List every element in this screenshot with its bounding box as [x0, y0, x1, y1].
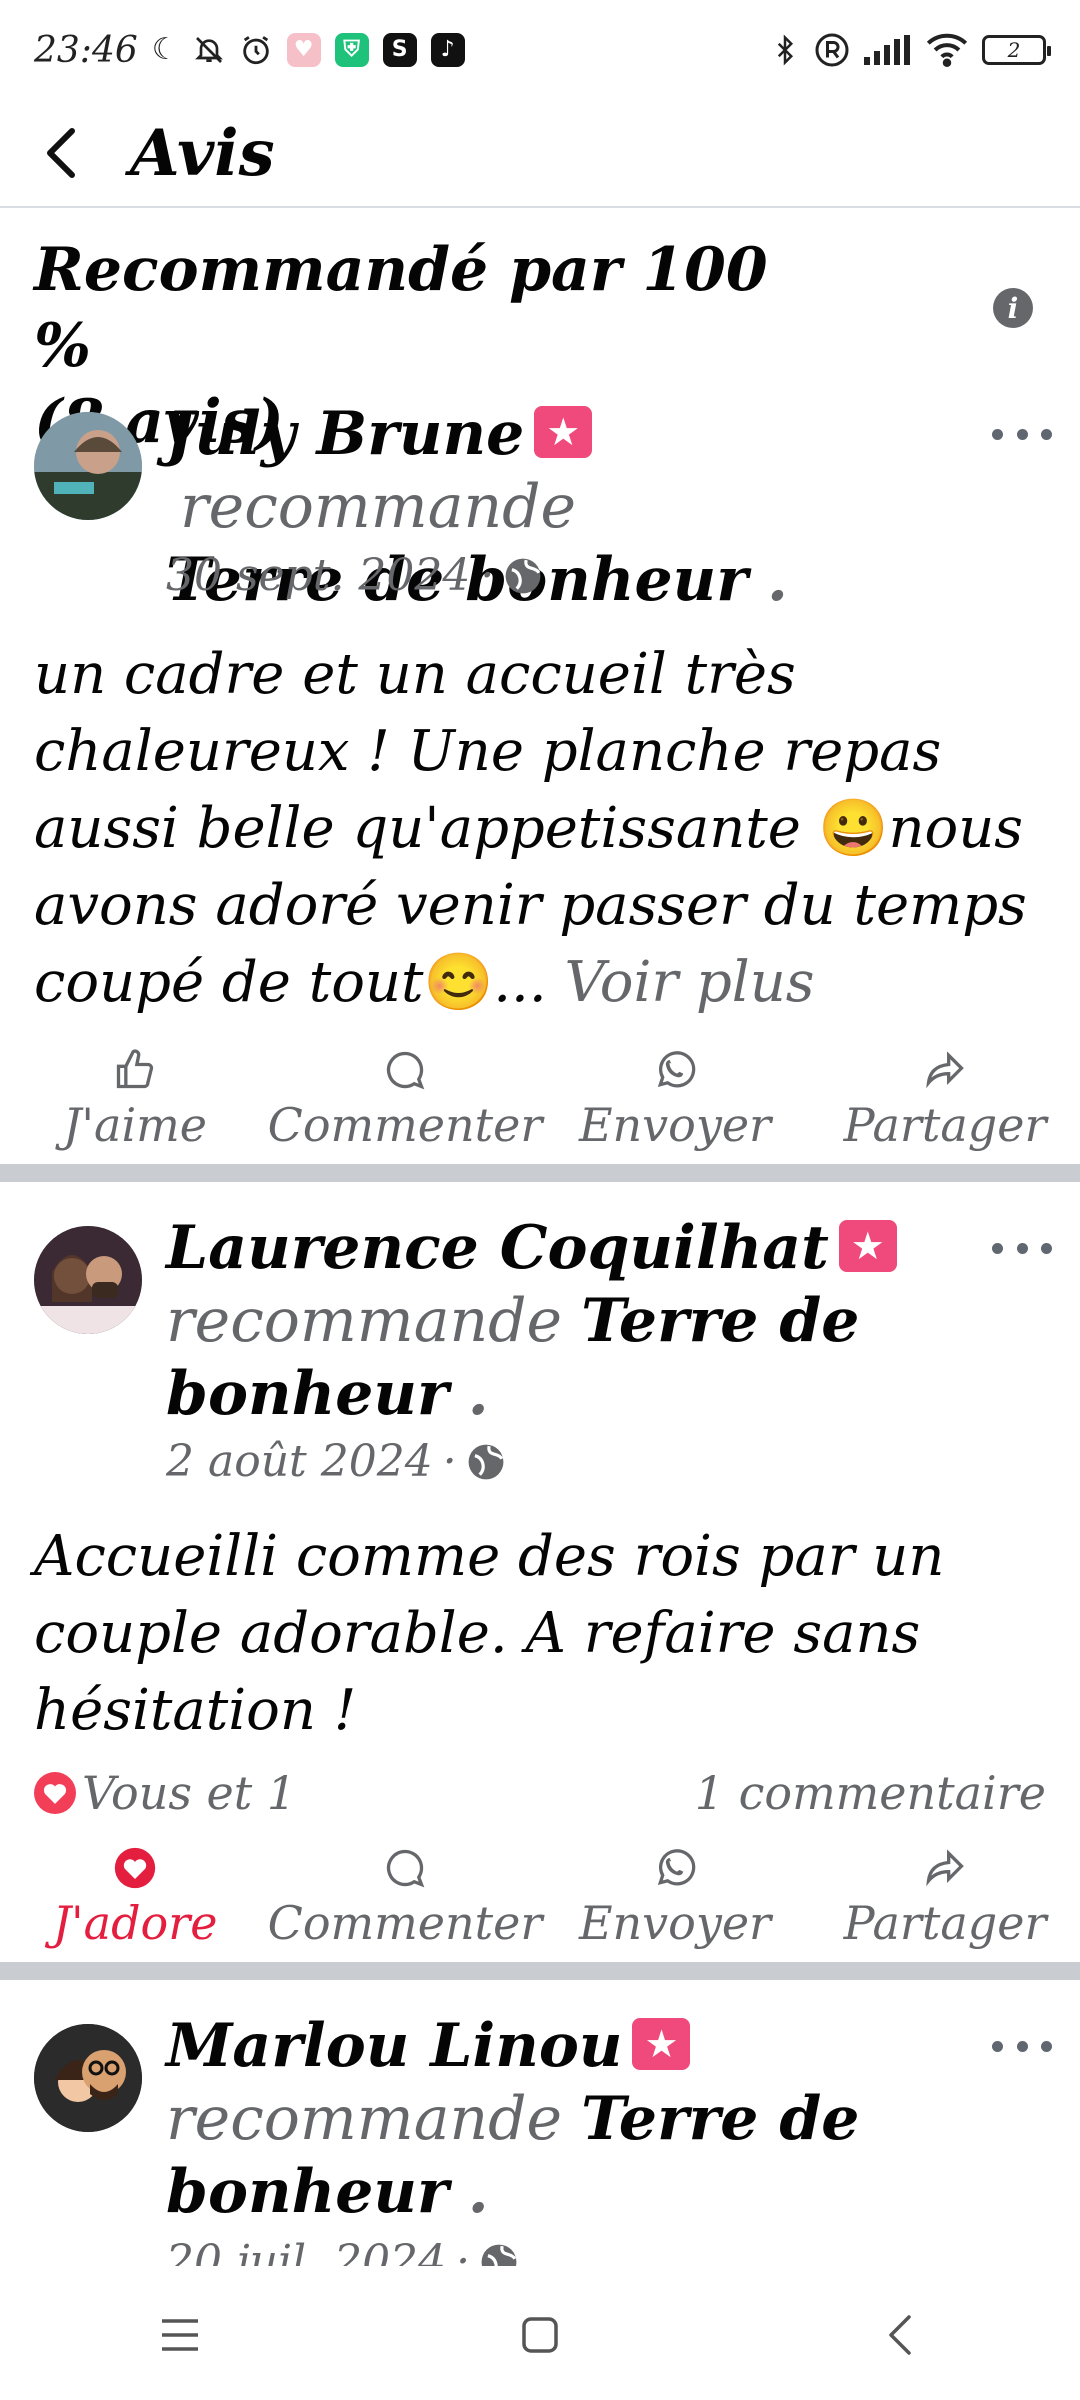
chevron-left-icon	[889, 2315, 911, 2355]
globe-icon	[481, 2244, 517, 2266]
recommend-star-icon: ★	[632, 2018, 691, 2071]
post-meta: 20 juil. 2024 ·	[166, 2236, 518, 2266]
square-icon	[522, 2317, 558, 2353]
menu-icon	[162, 2319, 198, 2351]
review-post: Marlou Linou ★ recommande Terre de bonheu…	[0, 0, 1080, 2266]
post-header: Marlou Linou ★ recommande Terre de bonheu…	[166, 2010, 966, 2229]
author-name[interactable]: Marlou Linou	[166, 2011, 622, 2081]
home-button[interactable]	[500, 2295, 580, 2375]
system-back-button[interactable]	[860, 2295, 940, 2375]
separator-dot: .	[467, 2157, 489, 2227]
avatar[interactable]	[34, 2024, 142, 2132]
system-navigation-bar	[0, 2270, 1080, 2400]
recent-apps-button[interactable]	[140, 2295, 220, 2375]
post-date[interactable]: 20 juil. 2024	[166, 2236, 446, 2266]
more-options-button[interactable]	[992, 2026, 1052, 2066]
recommend-label: recommande	[166, 2084, 563, 2154]
